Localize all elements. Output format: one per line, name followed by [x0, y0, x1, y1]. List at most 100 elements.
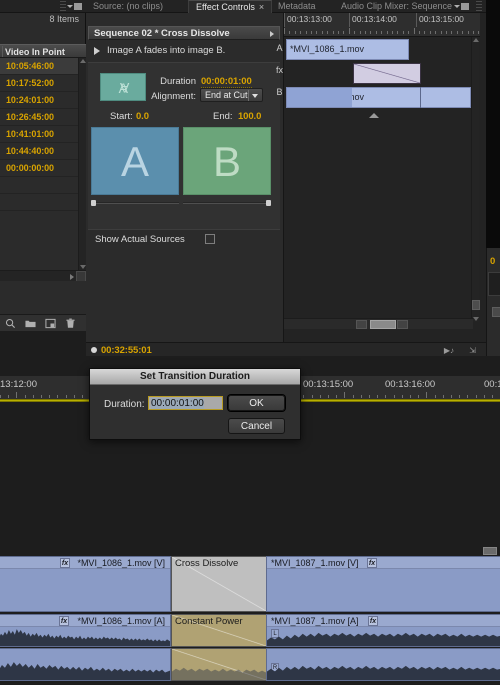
transition-parameters-box: AA Duration 00:00:01:00 Alignment: End a…: [88, 62, 280, 229]
end-slider-handle[interactable]: [266, 200, 271, 206]
show-actual-sources-checkbox[interactable]: [205, 234, 215, 244]
adjacent-panel-sliver: 0: [486, 0, 500, 356]
audio-clip-right[interactable]: *MVI_1087_1.mov [A] fx L: [266, 614, 500, 647]
clip-list-row[interactable]: 10:44:40:00: [0, 143, 78, 160]
start-label: Start:: [110, 111, 133, 122]
search-icon[interactable]: [5, 318, 16, 329]
scrollbar-thumb[interactable]: [472, 300, 480, 310]
audio-clip-right-channel2[interactable]: R: [266, 648, 500, 681]
clip-list-horizontal-scrollbar[interactable]: [0, 270, 86, 282]
clear-trash-icon[interactable]: [65, 318, 76, 329]
timeline-tracks: fx *MVI_1086_1.mov [V] Cross Dissolve *M…: [0, 556, 500, 685]
play-audio-icon[interactable]: ▶♪: [444, 346, 454, 355]
chevron-right-icon[interactable]: [270, 31, 274, 37]
parameters-empty-area: [88, 249, 280, 328]
effect-controls-zoom-bar[interactable]: [284, 318, 473, 329]
clip-list-row[interactable]: 10:05:46:00: [0, 58, 78, 75]
sequence-effect-header[interactable]: Sequence 02 * Cross Dissolve: [88, 26, 280, 40]
start-slider-handle[interactable]: [91, 200, 96, 206]
close-icon[interactable]: ×: [259, 2, 264, 12]
clip-in-point-timecode: 10:26:45:00: [6, 112, 54, 122]
zoom-handle-right[interactable]: [397, 320, 408, 329]
effect-controls-timeline: 00:13:13:00 00:13:14:00 00:13:15:00 *MVI_1…: [276, 13, 486, 343]
tab-audio-clip-mixer-sequence[interactable]: Audio Clip Mixer: Sequence: [334, 0, 459, 13]
audio-transition-constant-power[interactable]: Constant Power: [171, 614, 267, 647]
clip-list-empty-row: [0, 194, 78, 211]
clip-list-row[interactable]: 10:41:01:00: [0, 126, 78, 143]
fx-badge-icon: fx: [367, 558, 377, 568]
panel-menu-icon[interactable]: [67, 2, 83, 11]
clip-list-row[interactable]: 10:24:01:00: [0, 92, 78, 109]
marker-dot-icon: [91, 347, 97, 353]
preview-box-b[interactable]: B: [183, 127, 271, 195]
panel-menu-icon[interactable]: [454, 2, 470, 11]
clip-list-row[interactable]: 10:17:52:00: [0, 75, 78, 92]
start-slider[interactable]: [91, 199, 179, 207]
scroll-up-arrow-icon[interactable]: [473, 38, 479, 42]
effect-controls-ruler[interactable]: 00:13:13:00 00:13:14:00 00:13:15:00: [284, 13, 480, 37]
ec-ruler-label: 00:13:13:00: [287, 14, 332, 24]
tab-label: Audio Clip Mixer: Sequence: [341, 1, 453, 11]
premiere-pro-window: 8 Items Video In Point 10:05:46:00 10:17:…: [0, 0, 500, 685]
dialog-title: Set Transition Duration: [90, 369, 300, 385]
video-transition-label: Cross Dissolve: [175, 558, 239, 569]
fx-badge-icon: fx: [60, 558, 70, 568]
clip-list-row[interactable]: 00:00:00:00: [0, 160, 78, 177]
preview-a-letter: A: [120, 138, 149, 185]
new-bin-icon[interactable]: [25, 318, 36, 329]
clip-list[interactable]: 10:05:46:00 10:17:52:00 10:24:01:00 10:26:4…: [0, 58, 78, 270]
duration-input[interactable]: 00:00:01:00: [148, 396, 223, 410]
chevron-down-icon: [252, 94, 258, 98]
tab-metadata[interactable]: Metadata: [271, 0, 323, 13]
clip-list-vertical-scrollbar[interactable]: [78, 58, 86, 270]
timeline-ruler-label: 00:13:15:00: [303, 379, 354, 390]
tab-label: Effect Controls: [196, 2, 255, 12]
audio-transition-constant-power-channel2[interactable]: [171, 648, 267, 681]
column-header-video-in-point[interactable]: Video In Point: [0, 44, 86, 58]
scroll-right-arrow-icon[interactable]: [70, 274, 74, 280]
timeline-scroll-thumb[interactable]: [483, 547, 497, 555]
video-clip-right-name: *MVI_1087_1.mov [V]: [271, 558, 359, 568]
project-panel-spacer: [0, 331, 86, 356]
cancel-button[interactable]: Cancel: [228, 418, 285, 434]
panel-grip-handle[interactable]: [476, 1, 482, 12]
start-value[interactable]: 0.0: [136, 111, 149, 122]
end-slider[interactable]: [183, 199, 271, 207]
alignment-value: End at Cut: [205, 90, 248, 100]
clip-in-point-timecode: 10:44:40:00: [6, 146, 54, 156]
status-timecode[interactable]: 00:32:55:01: [101, 345, 152, 356]
effect-controls-vertical-scrollbar[interactable]: [471, 37, 480, 322]
ec-clip-a[interactable]: *MVI_1086_1.mov: [286, 39, 409, 60]
alignment-dropdown[interactable]: End at Cut: [200, 88, 263, 102]
end-label: End:: [213, 111, 233, 122]
scroll-down-arrow-icon[interactable]: [473, 317, 479, 321]
playhead-marker-icon[interactable]: [369, 113, 379, 118]
duration-value[interactable]: 00:00:01:00: [201, 76, 252, 88]
tab-effect-controls[interactable]: Effect Controls ×: [188, 0, 273, 13]
column-header-label: Video In Point: [5, 47, 65, 57]
effect-description-row: Image A fades into image B.: [88, 44, 280, 58]
audio-clip-left[interactable]: fx *MVI_1086_1.mov [A]: [0, 614, 171, 647]
start-end-row: Start: 0.0 End: 100.0: [88, 111, 280, 125]
audio-waveform: [267, 632, 500, 646]
disclosure-triangle-icon[interactable]: [94, 47, 100, 55]
preview-box-a[interactable]: A: [91, 127, 179, 195]
effect-controls-status-bar: 00:32:55:01 ▶♪ ⇲: [86, 342, 486, 356]
ok-button[interactable]: OK: [228, 395, 285, 411]
end-value[interactable]: 100.0: [238, 111, 261, 122]
zoom-scrollbar-thumb[interactable]: [370, 320, 396, 329]
new-item-icon[interactable]: [45, 318, 56, 329]
video-clip-left[interactable]: fx *MVI_1086_1.mov [V]: [0, 556, 171, 612]
zoom-handle-left[interactable]: [356, 320, 367, 329]
ec-transition-block[interactable]: [353, 63, 421, 84]
video-clip-right[interactable]: *MVI_1087_1.mov [V] fx: [266, 556, 500, 612]
panel-grip-handle[interactable]: [60, 1, 66, 12]
ec-ruler-label: 00:13:14:00: [352, 14, 397, 24]
clip-list-row[interactable]: 10:26:45:00: [0, 109, 78, 126]
tab-source-no-clips[interactable]: Source: (no clips): [86, 0, 170, 13]
export-frame-icon[interactable]: ⇲: [469, 346, 476, 355]
show-actual-sources-row[interactable]: Show Actual Sources: [88, 229, 280, 249]
audio-clip-left-channel2[interactable]: [0, 648, 171, 681]
video-transition-cross-dissolve[interactable]: Cross Dissolve: [171, 556, 267, 612]
project-panel-toolbar: [0, 314, 86, 331]
